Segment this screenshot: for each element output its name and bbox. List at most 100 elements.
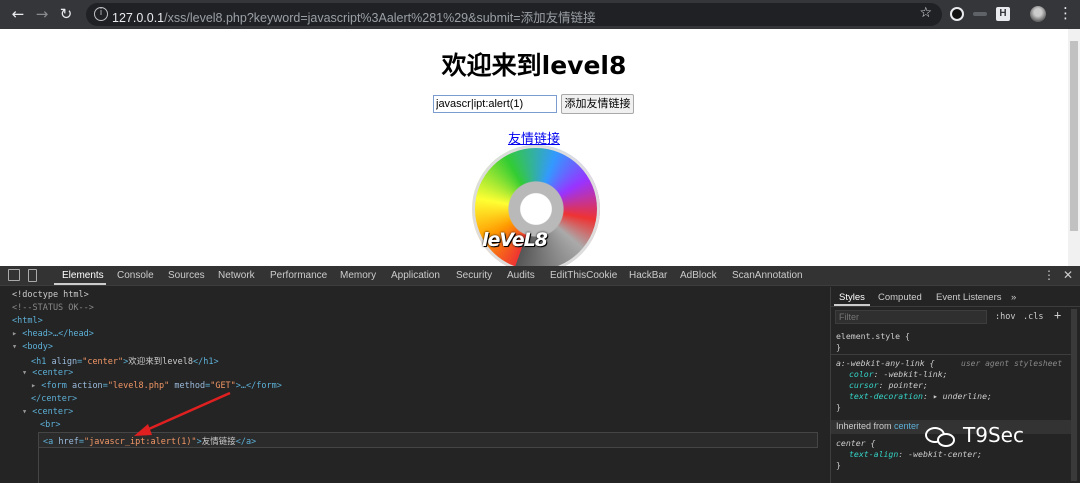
property-name: color: [849, 369, 874, 379]
page-scrollbar[interactable]: [1068, 29, 1080, 266]
wechat-icon: [925, 425, 957, 449]
user-agent-stylesheet-label: user agent stylesheet: [961, 359, 1063, 368]
tab-network[interactable]: Network: [218, 270, 255, 281]
rule-divider: [831, 354, 1071, 355]
collapse-triangle-icon[interactable]: ▾: [12, 342, 22, 352]
extension-icon[interactable]: [950, 7, 964, 21]
tag-text: </center>: [31, 394, 78, 404]
tag-text: <h1: [31, 357, 52, 367]
page-scrollbar-thumb[interactable]: [1070, 41, 1078, 231]
more-tabs-icon[interactable]: »: [1011, 292, 1016, 303]
red-annotation-arrow-icon: [134, 391, 231, 436]
style-property[interactable]: cursor: pointer;: [849, 380, 928, 390]
tab-console[interactable]: Console: [117, 270, 154, 281]
dom-node[interactable]: <br>: [40, 420, 60, 430]
tab-editthiscookie[interactable]: EditThisCookie: [550, 270, 617, 281]
url-text[interactable]: 127.0.0.1/xss/level8.php?keyword=javascr…: [112, 7, 596, 26]
tab-event-listeners[interactable]: Event Listeners: [936, 292, 1001, 303]
dom-node[interactable]: </center>: [31, 394, 77, 404]
element-style-selector[interactable]: element.style {: [836, 331, 910, 341]
dom-node[interactable]: <!--STATUS OK-->: [12, 303, 94, 313]
page-title: 欢迎来到level8: [441, 51, 627, 80]
expand-triangle-icon[interactable]: ▸: [12, 329, 22, 339]
style-property[interactable]: color: -webkit-link;: [849, 369, 948, 379]
attr-name: action: [71, 381, 103, 391]
style-property[interactable]: text-decoration: ▸ underline;: [849, 391, 992, 401]
tag-text: <center>: [32, 368, 74, 378]
extension-icon[interactable]: [973, 12, 987, 16]
tab-hackbar[interactable]: HackBar: [629, 270, 667, 281]
keyword-input[interactable]: [433, 95, 557, 113]
reload-icon[interactable]: ↻: [56, 4, 76, 24]
watermark-text: T9Sec: [963, 423, 1024, 447]
collapse-triangle-icon[interactable]: ▾: [22, 407, 32, 417]
expand-triangle-icon[interactable]: ▸: [31, 381, 41, 391]
tab-computed[interactable]: Computed: [878, 292, 922, 303]
devtools-panel: Elements Console Sources Network Perform…: [0, 266, 1080, 483]
dom-node[interactable]: <html>: [12, 316, 43, 326]
tab-sources[interactable]: Sources: [168, 270, 205, 281]
tab-memory[interactable]: Memory: [340, 270, 376, 281]
add-friend-link-button[interactable]: 添加友情链接: [561, 94, 634, 114]
forward-arrow-icon[interactable]: →: [32, 4, 52, 24]
colon: :: [898, 449, 909, 459]
new-style-rule-icon[interactable]: +: [1054, 308, 1061, 322]
tag-text: <html>: [12, 316, 43, 326]
rule-selector[interactable]: a:-webkit-any-link {: [836, 358, 935, 368]
device-toolbar-icon[interactable]: [28, 269, 37, 282]
collapse-triangle-icon[interactable]: ▾: [22, 368, 32, 378]
tab-security[interactable]: Security: [456, 270, 492, 281]
rule-selector[interactable]: center {: [836, 438, 875, 448]
attr-name: align: [51, 357, 78, 367]
tab-application[interactable]: Application: [391, 270, 440, 281]
dom-node[interactable]: ▾ <center>: [22, 368, 73, 378]
hov-toggle[interactable]: :hov: [995, 312, 1015, 322]
styles-scrollbar[interactable]: [1071, 309, 1077, 481]
property-value: pointer;: [888, 380, 928, 390]
dom-node[interactable]: ▾ <body>: [12, 342, 53, 352]
browser-menu-icon[interactable]: ⋮: [1058, 4, 1073, 22]
devtools-tabbar: Elements Console Sources Network Perform…: [0, 266, 1080, 286]
profile-avatar[interactable]: [1030, 6, 1046, 22]
browser-toolbar: ← → ↻ i 127.0.0.1/xss/level8.php?keyword…: [0, 0, 1080, 29]
attr-value: "center": [82, 357, 124, 367]
dom-node[interactable]: ▾ <center>: [22, 407, 73, 417]
close-devtools-icon[interactable]: ✕: [1063, 268, 1073, 282]
tag-text: <center>: [32, 407, 74, 417]
hackbar-extension-icon[interactable]: H: [996, 7, 1010, 21]
back-arrow-icon[interactable]: ←: [8, 4, 28, 24]
colon: :: [873, 369, 884, 379]
tag-text: <head>…</head>: [22, 329, 94, 339]
inspect-element-icon[interactable]: [8, 269, 20, 281]
url-host: 127.0.0.1: [112, 11, 165, 25]
tab-elements[interactable]: Elements: [62, 270, 104, 281]
dom-node[interactable]: ▸ <head>…</head>: [12, 329, 94, 339]
dom-node[interactable]: <h1 align="center">欢迎来到level8</h1>: [31, 355, 219, 367]
tab-styles[interactable]: Styles: [839, 292, 865, 303]
colon: :: [878, 380, 889, 390]
inherited-tag-link[interactable]: center: [894, 421, 919, 431]
info-icon[interactable]: i: [94, 7, 108, 21]
tab-audits[interactable]: Audits: [507, 270, 535, 281]
tag-text: </h1>: [193, 357, 219, 367]
tab-scanannotation[interactable]: ScanAnnotation: [732, 270, 803, 281]
styles-filter-input[interactable]: [835, 310, 987, 324]
tag-text: …</form>: [240, 381, 282, 391]
t9sec-watermark: T9Sec: [925, 423, 1024, 451]
property-name: cursor: [849, 380, 879, 390]
closing-brace: }: [836, 402, 841, 412]
tag-text: <a: [43, 437, 59, 447]
dom-node[interactable]: <!doctype html>: [12, 290, 89, 300]
tab-adblock[interactable]: AdBlock: [680, 270, 717, 281]
devtools-menu-icon[interactable]: ⋮: [1043, 268, 1055, 282]
bookmark-star-icon[interactable]: ☆: [919, 5, 932, 21]
property-name: text-align: [849, 449, 899, 459]
tag-text: <br>: [40, 420, 61, 430]
active-tab-indicator: [834, 304, 870, 306]
address-bar[interactable]: i 127.0.0.1/xss/level8.php?keyword=javas…: [86, 3, 942, 26]
cls-toggle[interactable]: .cls: [1023, 312, 1043, 322]
colon: :: [922, 391, 933, 401]
tab-performance[interactable]: Performance: [270, 270, 327, 281]
property-value: ▸ underline;: [932, 391, 992, 401]
styles-pane: Styles Computed Event Listeners » :hov .…: [830, 287, 1080, 483]
